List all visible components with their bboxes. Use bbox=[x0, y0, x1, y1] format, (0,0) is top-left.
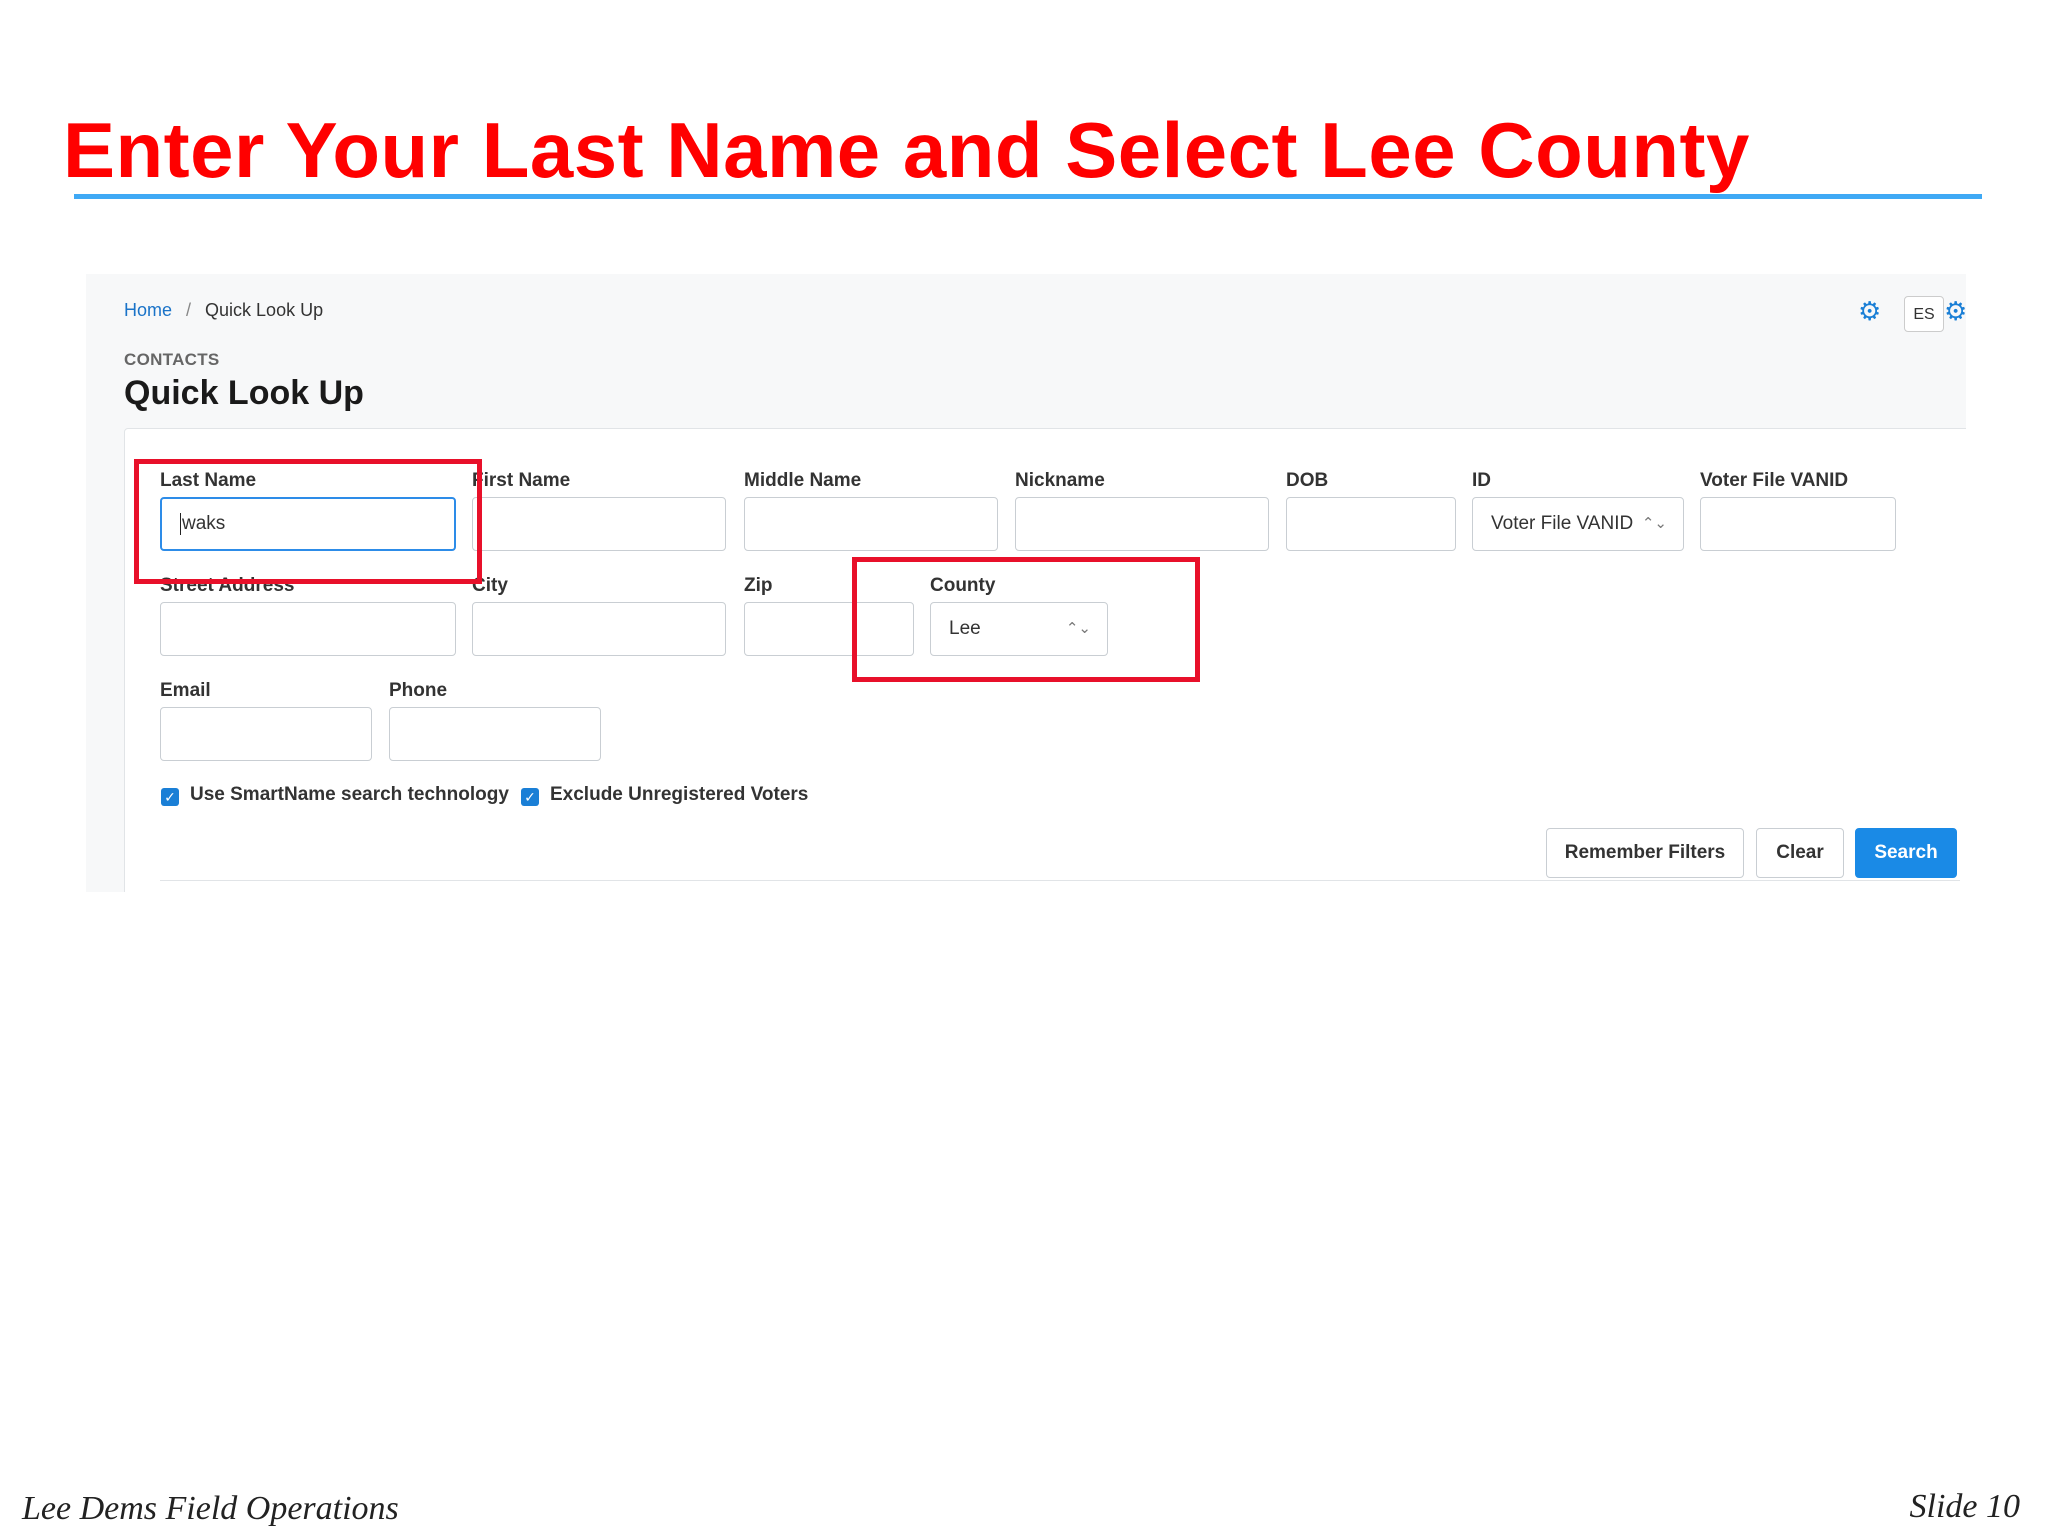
city-input[interactable] bbox=[472, 602, 726, 656]
first-name-input[interactable] bbox=[472, 497, 726, 551]
slide-number: Slide 10 bbox=[1909, 1488, 2020, 1525]
smartname-checkbox[interactable]: ✓ bbox=[161, 788, 179, 806]
results-divider bbox=[160, 880, 1960, 881]
breadcrumb-home-link[interactable]: Home bbox=[124, 300, 172, 320]
slide-title: Enter Your Last Name and Select Lee Coun… bbox=[63, 106, 1750, 194]
slide-footer-left: Lee Dems Field Operations bbox=[22, 1490, 399, 1527]
phone-label: Phone bbox=[389, 680, 448, 701]
middle-name-input[interactable] bbox=[744, 497, 998, 551]
select-arrows-icon: ⌃⌄ bbox=[1641, 515, 1667, 532]
nickname-label: Nickname bbox=[1015, 470, 1105, 491]
breadcrumb-current: Quick Look Up bbox=[205, 300, 324, 320]
middle-name-label: Middle Name bbox=[744, 470, 862, 491]
nickname-input[interactable] bbox=[1015, 497, 1269, 551]
voter-file-vanid-input[interactable] bbox=[1700, 497, 1896, 551]
voter-file-vanid-label: Voter File VANID bbox=[1700, 470, 1849, 491]
breadcrumb: Home / Quick Look Up bbox=[124, 300, 323, 321]
email-label: Email bbox=[160, 680, 211, 701]
id-type-select[interactable]: Voter File VANID ⌃⌄ bbox=[1472, 497, 1684, 551]
zip-label: Zip bbox=[744, 575, 773, 596]
first-name-label: First Name bbox=[472, 470, 571, 491]
remember-filters-button[interactable]: Remember Filters bbox=[1546, 828, 1744, 878]
smartname-checkbox-label: Use SmartName search technology bbox=[190, 784, 509, 805]
dob-input[interactable] bbox=[1286, 497, 1456, 551]
gear-icon[interactable]: ⚙ bbox=[1944, 298, 1966, 324]
page-title: Quick Look Up bbox=[124, 374, 364, 412]
phone-input[interactable] bbox=[389, 707, 601, 761]
gear-icon[interactable]: ⚙ bbox=[1858, 298, 1881, 324]
dob-label: DOB bbox=[1286, 470, 1329, 491]
language-es-button[interactable]: ES bbox=[1904, 296, 1944, 332]
search-button[interactable]: Search bbox=[1855, 828, 1957, 878]
exclude-unregistered-checkbox-label: Exclude Unregistered Voters bbox=[550, 784, 809, 805]
id-label: ID bbox=[1472, 470, 1491, 491]
title-underline bbox=[74, 194, 1982, 199]
street-address-input[interactable] bbox=[160, 602, 456, 656]
id-type-value: Voter File VANID bbox=[1491, 513, 1634, 534]
exclude-unregistered-checkbox[interactable]: ✓ bbox=[521, 788, 539, 806]
county-highlight-box bbox=[852, 557, 1200, 682]
email-input[interactable] bbox=[160, 707, 372, 761]
last-name-highlight-box bbox=[134, 459, 482, 584]
clear-button[interactable]: Clear bbox=[1756, 828, 1844, 878]
breadcrumb-separator: / bbox=[186, 300, 192, 320]
section-label: CONTACTS bbox=[124, 350, 220, 369]
